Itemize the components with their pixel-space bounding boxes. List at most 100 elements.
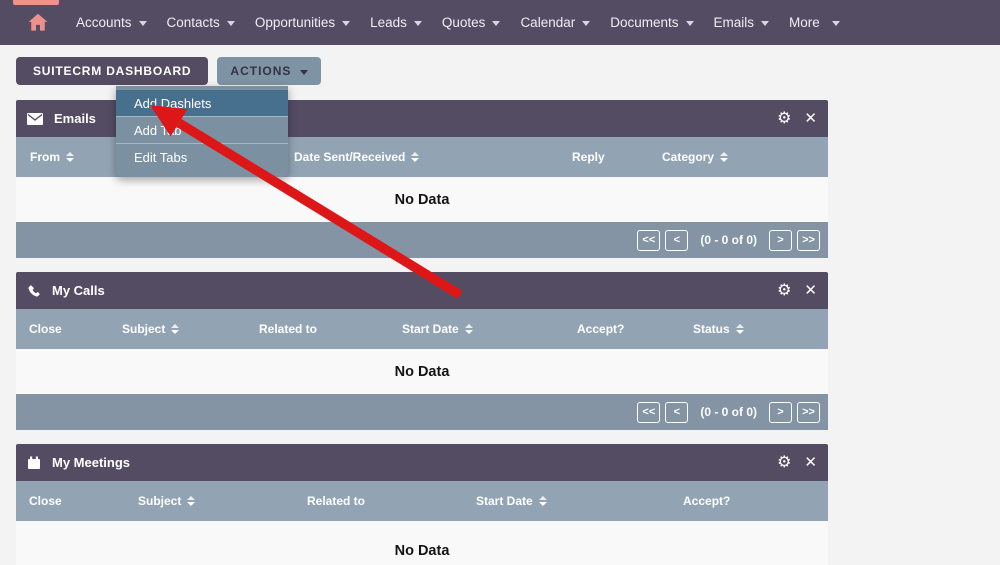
column-header-subject[interactable]: Subject — [138, 481, 196, 521]
column-header-accept: Accept? — [683, 481, 730, 521]
nav-item-emails[interactable]: Emails — [704, 0, 780, 45]
column-label: Category — [662, 150, 715, 164]
nav-item-label: Quotes — [441, 15, 486, 30]
dashlet-body: No Data — [16, 521, 828, 565]
menu-item-add-dashlets[interactable]: Add Dashlets — [116, 90, 288, 117]
nav-item-calendar[interactable]: Calendar — [510, 0, 600, 45]
column-header-reply: Reply — [572, 137, 605, 177]
dashlet-title: My Calls — [52, 283, 105, 298]
chevron-down-icon — [685, 21, 694, 26]
chevron-down-icon — [761, 21, 770, 26]
column-label: Accept? — [577, 322, 625, 336]
pagination-first-button[interactable]: << — [637, 229, 661, 251]
dashlet-header[interactable]: My Calls ⚙ ✕ — [16, 272, 828, 309]
menu-item-add-tab[interactable]: Add Tab — [116, 117, 288, 144]
suitecrm-dashboard-tab[interactable]: SUITECRM DASHBOARD — [16, 57, 209, 85]
nav-item-opportunities[interactable]: Opportunities — [245, 0, 360, 45]
column-label: Accept? — [683, 494, 731, 508]
column-label: Subject — [122, 322, 166, 336]
actions-dropdown-menu: Add Dashlets Add Tab Edit Tabs — [116, 86, 288, 177]
column-header-subject[interactable]: Subject — [122, 309, 180, 349]
pagination-first-button[interactable]: << — [637, 401, 661, 423]
column-header-start-date[interactable]: Start Date — [476, 481, 547, 521]
nav-item-label: Contacts — [166, 15, 220, 30]
actions-button-label: ACTIONS — [230, 64, 292, 78]
nav-item-label: More — [789, 15, 820, 30]
nav-item-documents[interactable]: Documents — [600, 0, 703, 45]
column-header-from[interactable]: From — [30, 137, 74, 177]
close-icon[interactable]: ✕ — [804, 111, 817, 126]
column-header-status[interactable]: Status — [693, 309, 744, 349]
nav-item-label: Documents — [610, 15, 679, 30]
chevron-down-icon — [492, 21, 501, 26]
chevron-down-icon — [300, 69, 309, 75]
column-label: Start Date — [402, 322, 459, 336]
pagination-next-button[interactable]: > — [769, 229, 792, 251]
close-icon[interactable]: ✕ — [804, 283, 817, 298]
dashboard-toolbar: SUITECRM DASHBOARD ACTIONS — [16, 57, 322, 85]
actions-button[interactable]: ACTIONS — [217, 57, 322, 85]
column-header-date-sent-received[interactable]: Date Sent/Received — [294, 137, 420, 177]
gear-icon[interactable]: ⚙ — [777, 454, 791, 471]
home-button[interactable] — [18, 13, 58, 32]
chevron-down-icon — [413, 21, 422, 26]
close-icon[interactable]: ✕ — [804, 455, 817, 470]
chevron-down-icon — [226, 21, 235, 26]
nav-item-contacts[interactable]: Contacts — [157, 0, 245, 45]
sort-icon[interactable] — [735, 324, 744, 334]
sort-icon[interactable] — [187, 496, 196, 506]
nav-item-label: Opportunities — [254, 15, 336, 30]
nav-item-more[interactable]: More — [779, 0, 850, 45]
column-label: Related to — [307, 494, 366, 508]
nav-item-accounts[interactable]: Accounts — [66, 0, 157, 45]
column-label: From — [30, 150, 60, 164]
nav-item-label: Accounts — [76, 15, 132, 30]
column-label: Related to — [259, 322, 318, 336]
phone-icon — [27, 284, 41, 298]
pagination-next-button[interactable]: > — [769, 401, 792, 423]
column-header-close: Close — [29, 309, 62, 349]
dashlet-body: No Data — [16, 349, 828, 394]
gear-icon[interactable]: ⚙ — [777, 110, 791, 127]
no-data-text: No Data — [394, 543, 450, 559]
no-data-text: No Data — [394, 363, 450, 380]
sort-icon[interactable] — [538, 496, 547, 506]
dashlet-title: My Meetings — [52, 455, 131, 470]
column-header-related-to: Related to — [307, 481, 365, 521]
dashlet-header[interactable]: My Meetings ⚙ ✕ — [16, 444, 828, 481]
dashlet-my-meetings: My Meetings ⚙ ✕ Close Subject Related to… — [16, 444, 828, 565]
envelope-icon — [27, 112, 43, 125]
column-label: Close — [29, 494, 62, 508]
pagination-bar: << < (0 - 0 of 0) > >> — [16, 394, 828, 430]
column-header-start-date[interactable]: Start Date — [402, 309, 473, 349]
sort-icon[interactable] — [171, 324, 180, 334]
nav-item-label: Calendar — [520, 15, 576, 30]
dashlet-body: No Data — [16, 177, 828, 222]
column-header-close: Close — [29, 481, 62, 521]
chevron-down-icon — [831, 21, 840, 26]
gear-icon[interactable]: ⚙ — [777, 282, 791, 299]
sort-icon[interactable] — [464, 324, 473, 334]
sort-icon[interactable] — [411, 152, 420, 162]
nav-item-label: Leads — [370, 15, 407, 30]
sort-icon[interactable] — [720, 152, 729, 162]
pagination-last-button[interactable]: >> — [797, 401, 820, 423]
column-header-row: Close Subject Related to Start Date Acce… — [16, 309, 828, 349]
column-header-accept: Accept? — [577, 309, 624, 349]
column-header-related-to: Related to — [259, 309, 317, 349]
main-menu: Accounts Contacts Opportunities Leads Qu… — [66, 0, 850, 45]
pagination-prev-button[interactable]: < — [665, 401, 689, 423]
dashlet-my-calls: My Calls ⚙ ✕ Close Subject Related to St… — [16, 272, 828, 430]
nav-item-label: Emails — [713, 15, 755, 30]
no-data-text: No Data — [394, 191, 450, 208]
column-header-row: Close Subject Related to Start Date Acce… — [16, 481, 828, 521]
sort-icon[interactable] — [66, 152, 74, 162]
column-header-category[interactable]: Category — [662, 137, 729, 177]
pagination-prev-button[interactable]: < — [665, 229, 689, 251]
nav-item-quotes[interactable]: Quotes — [432, 0, 511, 45]
dashlet-title: Emails — [54, 111, 96, 126]
menu-item-edit-tabs[interactable]: Edit Tabs — [116, 144, 288, 171]
calendar-icon — [27, 456, 41, 470]
nav-item-leads[interactable]: Leads — [360, 0, 432, 45]
pagination-last-button[interactable]: >> — [797, 229, 820, 251]
